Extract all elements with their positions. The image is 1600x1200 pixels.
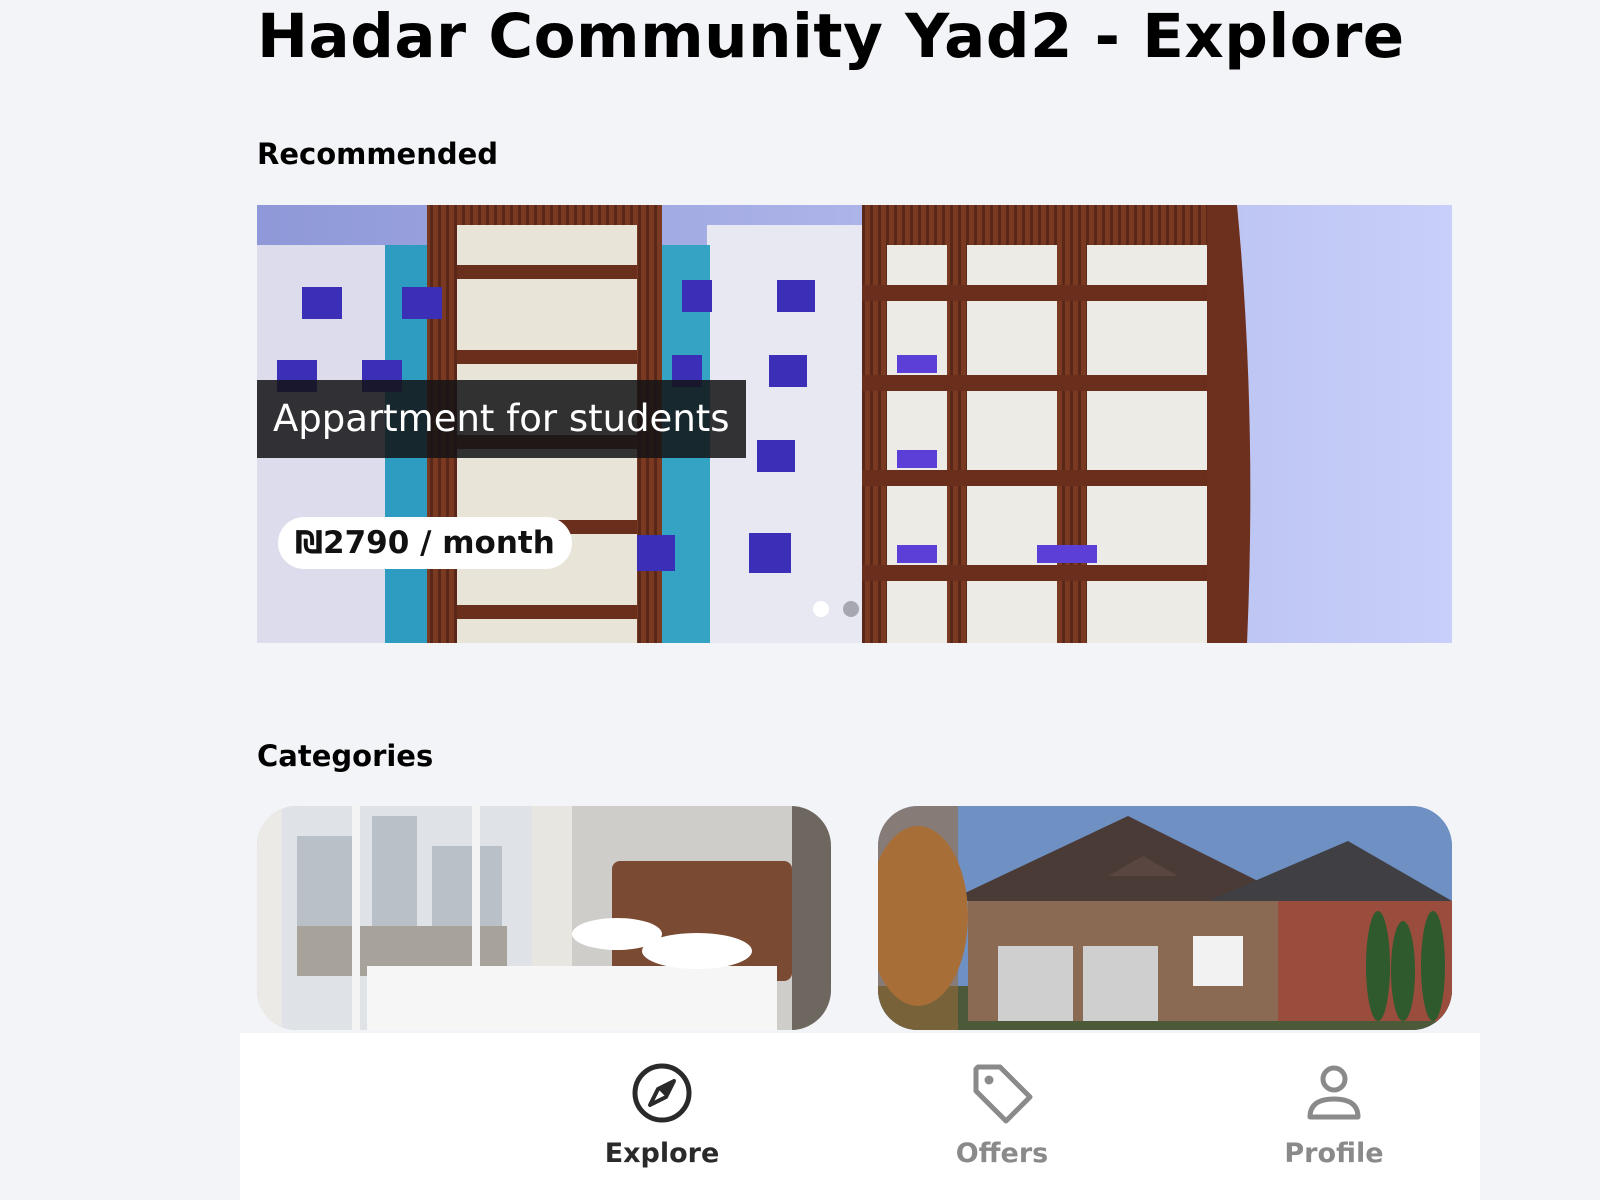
nav-label-explore: Explore bbox=[604, 1138, 720, 1169]
user-icon bbox=[1307, 1065, 1361, 1120]
category-card-houses[interactable] bbox=[878, 806, 1452, 1030]
tag-icon bbox=[973, 1064, 1033, 1124]
bedroom-photo bbox=[257, 806, 831, 1030]
carousel-pagination bbox=[813, 601, 859, 617]
category-card-rooms[interactable] bbox=[257, 806, 831, 1030]
nav-label-profile: Profile bbox=[1284, 1138, 1384, 1169]
slide-title[interactable]: Appartment for students bbox=[257, 380, 746, 458]
house-photo bbox=[878, 806, 1452, 1030]
explore-page: Hadar Community Yad2 - Explore Recommend… bbox=[0, 0, 1600, 1200]
nav-item-offers[interactable]: Offers bbox=[902, 1033, 1102, 1200]
nav-item-explore[interactable]: Explore bbox=[562, 1033, 762, 1200]
price-badge: ₪2790 / month bbox=[278, 517, 572, 569]
carousel-dot-2[interactable] bbox=[843, 601, 859, 617]
recommended-heading: Recommended bbox=[257, 137, 499, 171]
carousel-dot-1[interactable] bbox=[813, 601, 829, 617]
nav-label-offers: Offers bbox=[955, 1138, 1049, 1169]
recommended-carousel[interactable]: Appartment for students ₪2790 / month bbox=[257, 205, 1452, 643]
categories-heading: Categories bbox=[257, 739, 434, 773]
page-title: Hadar Community Yad2 - Explore bbox=[257, 1, 1405, 72]
nav-item-profile[interactable]: Profile bbox=[1234, 1033, 1434, 1200]
compass-icon bbox=[632, 1063, 692, 1123]
bottom-navigation: Explore Offers Profile bbox=[240, 1033, 1480, 1200]
